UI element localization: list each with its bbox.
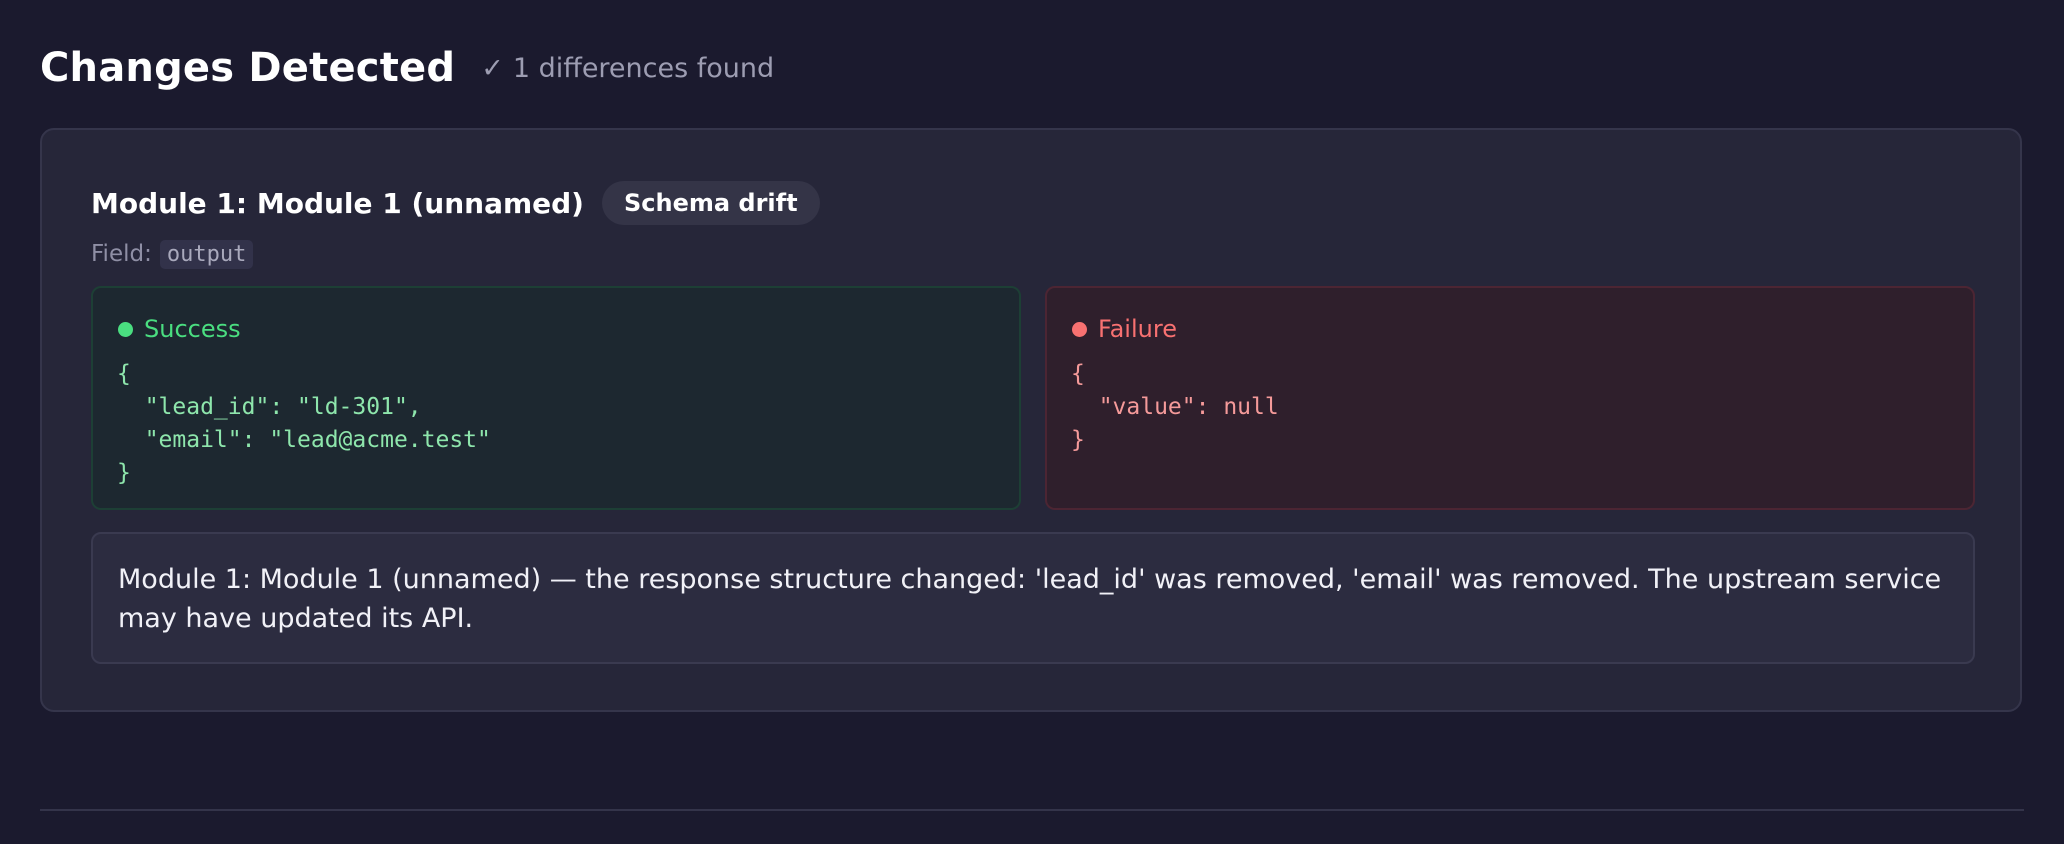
success-panel-header: Success [117, 314, 995, 344]
module-header: Module 1: Module 1 (unnamed) Schema drif… [91, 180, 820, 226]
field-row: Field: output [91, 236, 254, 272]
schema-drift-badge: Schema drift [601, 181, 820, 225]
failure-panel-header: Failure [1071, 314, 1949, 344]
success-code-block: { "lead_id": "ld-301", "email": "lead@ac… [117, 358, 995, 490]
green-dot-icon [118, 321, 133, 337]
module-title: Module 1: Module 1 (unnamed) [91, 186, 584, 220]
page-header: Changes Detected ✓ 1 differences found [40, 42, 774, 94]
code-line: { [117, 361, 131, 387]
bottom-divider [40, 809, 2024, 811]
module-change-card: Module 1: Module 1 (unnamed) Schema drif… [40, 128, 2022, 712]
field-label: Field: [91, 241, 152, 267]
code-line: } [1071, 427, 1085, 453]
page-title: Changes Detected [40, 45, 456, 91]
code-line: "value": null [1071, 394, 1279, 420]
failure-panel: Failure { "value": null } [1045, 286, 1975, 510]
failure-code-block: { "value": null } [1071, 358, 1949, 457]
differences-count-label: 1 differences found [512, 52, 775, 84]
change-explanation: Module 1: Module 1 (unnamed) — the respo… [91, 532, 1975, 664]
code-line: "lead_id": "ld-301", [117, 394, 422, 420]
differences-summary: ✓ 1 differences found [481, 53, 774, 84]
red-dot-icon [1072, 321, 1087, 337]
check-icon: ✓ [481, 52, 504, 84]
failure-label: Failure [1098, 315, 1177, 343]
success-label: Success [144, 315, 241, 343]
field-value: output [159, 239, 254, 269]
success-panel: Success { "lead_id": "ld-301", "email": … [91, 286, 1021, 510]
code-line: "email": "lead@acme.test" [117, 427, 491, 453]
code-line: } [117, 460, 131, 486]
code-line: { [1071, 361, 1085, 387]
